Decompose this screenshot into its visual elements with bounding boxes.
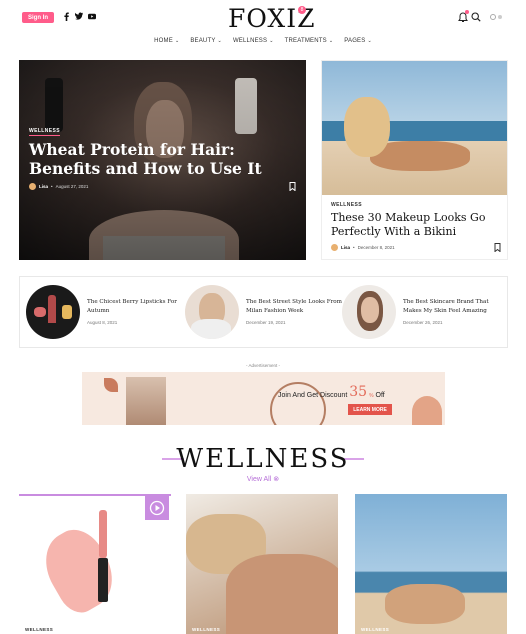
post-date: August 8, 2021: [87, 320, 118, 325]
card-category[interactable]: WELLNESS: [25, 627, 53, 632]
chevron-down-icon: ⌄: [269, 38, 274, 44]
post-date: December 19, 2021: [246, 320, 286, 325]
view-all-link[interactable]: View All ⊗: [0, 475, 526, 483]
feature-image-hair: [344, 97, 390, 157]
lip-gloss-cap: [98, 558, 108, 602]
logo-badge: 8: [298, 6, 306, 14]
beach-image-woman: [385, 584, 465, 624]
search-icon[interactable]: [471, 12, 481, 22]
feature-post[interactable]: WELLNESS These 30 Makeup Looks Go Perfec…: [321, 60, 508, 260]
learn-more-button[interactable]: LEARN MORE: [348, 404, 392, 415]
card-category[interactable]: WELLNESS: [361, 627, 389, 632]
feature-meta: Lisa • December 8, 2021: [331, 244, 395, 251]
hero-title[interactable]: Wheat Protein for Hair: Benefits and How…: [29, 140, 299, 178]
meta-separator: •: [353, 245, 355, 250]
author-avatar[interactable]: [331, 244, 338, 251]
nav-wellness-label: WELLNESS: [232, 38, 268, 44]
post-date: December 26, 2021: [403, 320, 443, 325]
chevron-down-icon: ⌄: [174, 38, 180, 44]
arrow-circle-icon: ⊗: [273, 476, 280, 483]
portrait-image: [361, 297, 379, 323]
feature-category[interactable]: WELLNESS: [331, 202, 362, 208]
bookmark-icon[interactable]: [494, 243, 501, 252]
sign-in-button[interactable]: Sign In: [22, 12, 54, 23]
post-title[interactable]: The Best Skincare Brand That Makes My Sk…: [403, 298, 507, 316]
nav-beauty[interactable]: BEAUTY ⌄: [190, 38, 222, 44]
bookmark-icon[interactable]: [289, 182, 296, 191]
lipstick-image: [62, 305, 72, 319]
dark-mode-toggle-icon[interactable]: [489, 13, 505, 21]
post-title[interactable]: The Best Street Style Looks From Milan F…: [246, 298, 350, 316]
card-category[interactable]: WELLNESS: [192, 627, 220, 632]
feature-image[interactable]: [322, 61, 507, 195]
nav-wellness[interactable]: WELLNESS ⌄: [233, 38, 274, 44]
ad-model-image: [126, 377, 166, 425]
hero-category[interactable]: WELLNESS: [29, 128, 60, 136]
post-card[interactable]: WELLNESS: [355, 494, 507, 634]
small-posts-row: The Chicest Berry Lipsticks For Autumn A…: [19, 276, 508, 348]
nav-home-label: HOME: [154, 38, 173, 44]
youtube-icon[interactable]: [88, 11, 96, 21]
post-thumbnail[interactable]: [342, 285, 396, 339]
post-title[interactable]: The Chicest Berry Lipsticks For Autumn: [87, 298, 191, 316]
feature-title[interactable]: These 30 Makeup Looks Go Perfectly With …: [331, 211, 501, 239]
advertisement-label: - Advertisement -: [245, 363, 280, 368]
social-links: [62, 11, 96, 21]
post-thumbnail[interactable]: [185, 285, 239, 339]
meta-separator: •: [51, 184, 53, 189]
advertisement-banner[interactable]: Join And Get Discount 35% Off LEARN MORE: [82, 372, 445, 425]
ad-text: Join And Get Discount 35% Off: [278, 384, 385, 400]
video-play-button[interactable]: [145, 496, 169, 520]
hero-meta: Lisa • August 27, 2021: [29, 183, 88, 190]
hero-post[interactable]: WELLNESS Wheat Protein for Hair: Benefit…: [19, 60, 306, 260]
lip-gloss-image: [33, 520, 125, 620]
lipstick-image: [34, 307, 46, 317]
hero-date: August 27, 2021: [55, 184, 89, 189]
ad-off: Off: [375, 392, 385, 399]
nav-pages-label: PAGES: [344, 38, 366, 44]
chevron-down-icon: ⌄: [367, 38, 372, 44]
author-avatar[interactable]: [29, 183, 36, 190]
portrait-image: [191, 319, 231, 339]
play-icon: [149, 500, 165, 516]
facebook-icon[interactable]: [62, 11, 70, 21]
ad-shape-decoration: [412, 396, 442, 425]
post-card[interactable]: WELLNESS: [19, 494, 171, 634]
nav-beauty-label: BEAUTY: [190, 38, 216, 44]
chevron-down-icon: ⌄: [217, 38, 222, 44]
nav-treatments-label: TREATMENTS: [284, 38, 327, 44]
twitter-icon[interactable]: [75, 11, 83, 21]
post-card[interactable]: WELLNESS: [186, 494, 338, 634]
ad-percent: 35: [349, 384, 368, 400]
post-thumbnail[interactable]: [26, 285, 80, 339]
feature-date: December 8, 2021: [357, 245, 395, 250]
feature-author[interactable]: Lisa: [341, 245, 350, 250]
nav-pages[interactable]: PAGES ⌄: [344, 38, 372, 44]
section-title: WELLNESS: [176, 444, 350, 474]
hero-author[interactable]: Lisa: [39, 184, 48, 189]
nav-home[interactable]: HOME ⌄: [154, 38, 179, 44]
view-all-label: View All: [246, 476, 272, 483]
ad-copy: Join And Get Discount: [278, 392, 348, 399]
ad-leaf-decoration: [104, 378, 118, 392]
nav-treatments[interactable]: TREATMENTS ⌄: [285, 38, 334, 44]
spa-image-back: [226, 554, 338, 634]
lip-gloss-tube: [99, 510, 107, 558]
notification-dot: [465, 10, 469, 14]
main-navigation: HOME ⌄ BEAUTY ⌄ WELLNESS ⌄ TREATMENTS ⌄ PAGE…: [0, 38, 526, 44]
lipstick-image: [48, 295, 56, 323]
ad-percent-sign: %: [369, 393, 374, 399]
chevron-down-icon: ⌄: [328, 38, 334, 44]
